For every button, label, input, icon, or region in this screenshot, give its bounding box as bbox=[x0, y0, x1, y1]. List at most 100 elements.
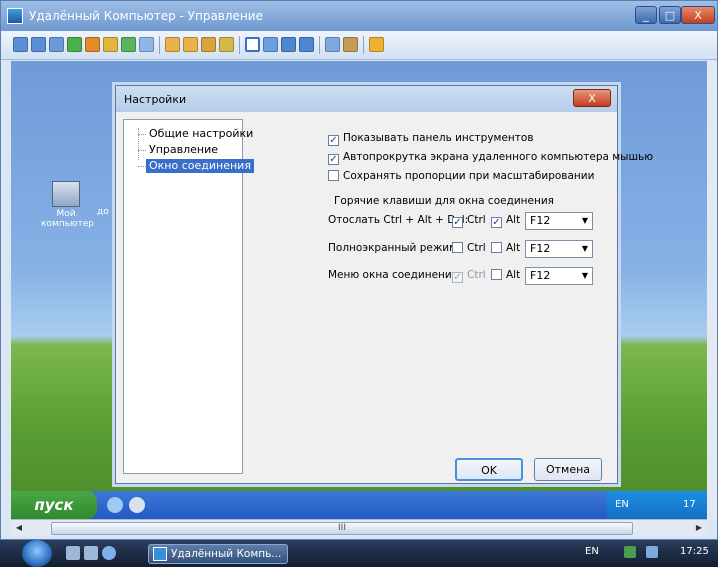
desktop-icon-label-partial: до bbox=[97, 207, 109, 217]
host-tray-language[interactable]: EN bbox=[585, 546, 599, 557]
tree-connector bbox=[138, 166, 146, 167]
app-quick-icon[interactable] bbox=[129, 497, 145, 513]
toolbar-separator bbox=[363, 36, 364, 54]
chevron-down-icon: ▼ bbox=[581, 244, 588, 253]
option-show-toolbar[interactable]: ✓ Показывать панель инструментов bbox=[328, 131, 534, 146]
hotkey-ctrl-option[interactable]: Ctrl bbox=[452, 242, 486, 254]
alt-checkbox[interactable] bbox=[491, 242, 502, 253]
ctrl-checkbox: ✓ bbox=[452, 272, 463, 283]
tray-language[interactable]: EN bbox=[615, 491, 629, 519]
ie-icon[interactable] bbox=[107, 497, 123, 513]
outer-window-title: Удалённый Компьютер - Управление bbox=[29, 9, 263, 23]
ctrl-checkbox[interactable]: ✓ bbox=[452, 217, 463, 228]
scroll-right-icon[interactable]: ▶ bbox=[693, 522, 705, 533]
window-icon[interactable] bbox=[263, 37, 278, 52]
trash-icon[interactable] bbox=[219, 37, 234, 52]
app-icon bbox=[7, 8, 23, 24]
scrollbar-thumb[interactable]: III bbox=[51, 522, 633, 535]
my-computer-icon[interactable]: Мой компьютер bbox=[41, 181, 94, 229]
fullscreen-icon[interactable] bbox=[245, 37, 260, 52]
alt-label: Alt bbox=[506, 242, 521, 254]
volume-icon[interactable] bbox=[646, 546, 658, 558]
user-icon[interactable] bbox=[165, 37, 180, 52]
select-value: F12 bbox=[530, 214, 551, 227]
tray-clock: 17 bbox=[683, 499, 696, 510]
option-autoscroll[interactable]: ✓ Автопрокрутка экрана удаленного компьют… bbox=[328, 150, 654, 165]
lock-icon[interactable] bbox=[201, 37, 216, 52]
app-icon bbox=[153, 547, 167, 561]
close-button[interactable]: X bbox=[681, 6, 715, 24]
hotkey-label: Отослать Ctrl + Alt + Del: bbox=[328, 214, 469, 226]
option-label: Автопрокрутка экрана удаленного компьюте… bbox=[343, 151, 654, 163]
remote-taskbar: пуск EN 17 bbox=[11, 491, 707, 519]
switch-windows-icon[interactable] bbox=[84, 546, 98, 560]
keep-proportions-checkbox[interactable] bbox=[328, 170, 339, 181]
desktop-icon-label: Мой компьютер bbox=[41, 209, 94, 229]
hotkey-ctrl-option[interactable]: ✓ Ctrl bbox=[452, 214, 486, 228]
tree-connector bbox=[138, 134, 146, 135]
horizontal-scrollbar[interactable]: ◀ III ▶ bbox=[11, 519, 707, 536]
option-keep-proportions[interactable]: Сохранять пропорции при масштабировании bbox=[328, 169, 594, 183]
monitor-icon[interactable] bbox=[31, 37, 46, 52]
settings-dialog: Настройки X Общие настройки Управление О… bbox=[115, 85, 653, 484]
tools-icon[interactable] bbox=[343, 37, 358, 52]
select-value: F12 bbox=[530, 242, 551, 255]
monitor-icon[interactable] bbox=[13, 37, 28, 52]
dialog-title-bar[interactable]: Настройки X bbox=[116, 86, 617, 112]
phone-icon[interactable] bbox=[121, 37, 136, 52]
hotkey-label: Меню окна соединения: bbox=[328, 269, 462, 281]
tree-item-general[interactable]: Общие настройки bbox=[146, 127, 256, 141]
remote-tray: EN 17 bbox=[607, 491, 707, 519]
toolbar-separator bbox=[239, 36, 240, 54]
hotkey-key-select[interactable]: F12 ▼ bbox=[525, 240, 593, 258]
option-label: Сохранять пропорции при масштабировании bbox=[343, 170, 595, 182]
copy-icon[interactable] bbox=[325, 37, 340, 52]
chevron-down-icon: ▼ bbox=[581, 271, 588, 280]
ie-icon[interactable] bbox=[102, 546, 116, 560]
chat-icon[interactable] bbox=[103, 37, 118, 52]
computer-icon bbox=[52, 181, 80, 207]
cancel-button[interactable]: Отмена bbox=[534, 458, 602, 481]
show-desktop-icon[interactable] bbox=[66, 546, 80, 560]
maximize-button[interactable]: □ bbox=[659, 6, 681, 24]
start-button[interactable]: пуск bbox=[11, 491, 97, 519]
alt-checkbox[interactable] bbox=[491, 269, 502, 280]
ctrl-checkbox[interactable] bbox=[452, 242, 463, 253]
windows-start-orb-icon[interactable] bbox=[22, 540, 52, 567]
vertical-scrollbar[interactable] bbox=[707, 61, 717, 519]
refresh-icon[interactable] bbox=[67, 37, 82, 52]
tree-item-connection-window[interactable]: Окно соединения bbox=[146, 159, 254, 173]
users-icon[interactable] bbox=[183, 37, 198, 52]
ok-button[interactable]: OK bbox=[455, 458, 523, 481]
autoscroll-checkbox[interactable]: ✓ bbox=[328, 154, 339, 165]
network-icon[interactable] bbox=[624, 546, 636, 558]
option-label: Показывать панель инструментов bbox=[343, 132, 534, 144]
alt-label: Alt bbox=[506, 214, 521, 226]
toolbar-separator bbox=[319, 36, 320, 54]
hotkey-alt-option[interactable]: ✓ Alt bbox=[491, 214, 520, 228]
hotkey-alt-option[interactable]: Alt bbox=[491, 269, 520, 281]
tree-connector bbox=[138, 128, 139, 160]
dialog-close-button[interactable]: X bbox=[573, 89, 611, 107]
close-icon[interactable] bbox=[369, 37, 384, 52]
host-tray-clock[interactable]: 17:25 bbox=[680, 546, 709, 557]
show-toolbar-checkbox[interactable]: ✓ bbox=[328, 135, 339, 146]
clock-icon[interactable] bbox=[85, 37, 100, 52]
settings-tree: Общие настройки Управление Окно соединен… bbox=[123, 119, 254, 474]
monitor-icon[interactable] bbox=[49, 37, 64, 52]
taskbar-button-remote[interactable]: Удалённый Компь... bbox=[148, 544, 288, 564]
window-icon[interactable] bbox=[281, 37, 296, 52]
ctrl-label: Ctrl bbox=[467, 214, 486, 226]
tree-item-control[interactable]: Управление bbox=[146, 143, 221, 157]
scroll-left-icon[interactable]: ◀ bbox=[13, 522, 25, 533]
hotkey-key-select[interactable]: F12 ▼ bbox=[525, 212, 593, 230]
display-icon[interactable] bbox=[299, 37, 314, 52]
outer-title-bar[interactable]: Удалённый Компьютер - Управление _ □ X bbox=[1, 1, 717, 31]
hotkey-alt-option[interactable]: Alt bbox=[491, 242, 520, 254]
minimize-button[interactable]: _ bbox=[635, 6, 657, 24]
message-icon[interactable] bbox=[139, 37, 154, 52]
select-value: F12 bbox=[530, 269, 551, 282]
toolbar bbox=[1, 31, 717, 60]
alt-checkbox[interactable]: ✓ bbox=[491, 217, 502, 228]
hotkey-key-select[interactable]: F12 ▼ bbox=[525, 267, 593, 285]
